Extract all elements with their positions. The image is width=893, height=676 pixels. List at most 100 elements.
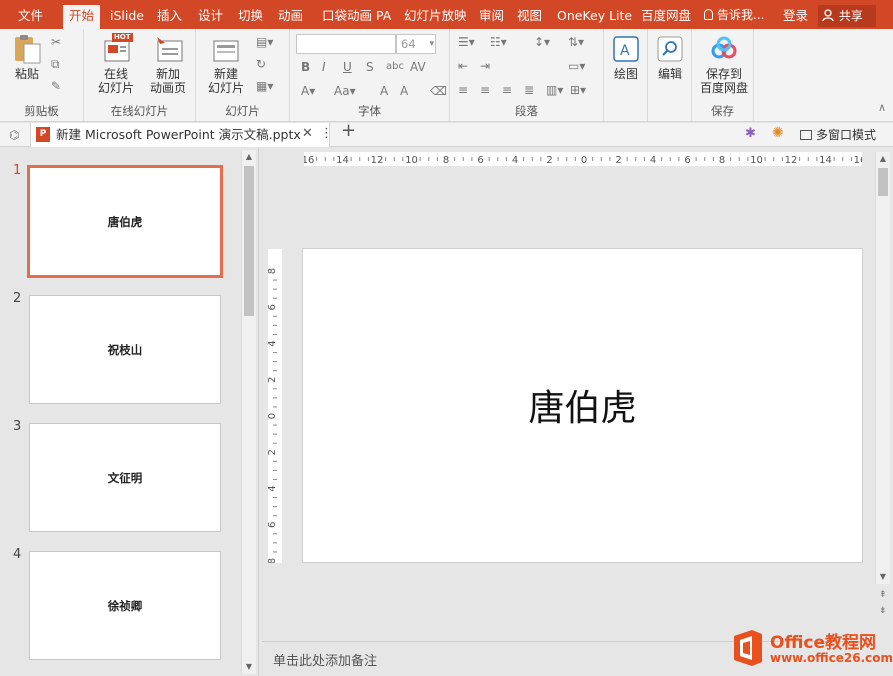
align-text-icon[interactable]: ▭▾	[568, 59, 585, 73]
tab-home[interactable]: 开始	[63, 5, 101, 29]
new-tab-icon[interactable]: +	[341, 122, 356, 140]
tab-review[interactable]: 审阅	[479, 0, 504, 29]
reset-icon[interactable]: ↻	[256, 57, 266, 71]
multi-window-button[interactable]: 多窗口模式	[800, 123, 876, 147]
collapse-ribbon-icon[interactable]: ∧	[878, 101, 886, 115]
more-options-icon[interactable]: ⋮	[320, 127, 333, 141]
slide-thumbnail[interactable]: 祝枝山	[29, 295, 221, 404]
bold-icon[interactable]: B	[301, 60, 310, 74]
char-spacing-icon[interactable]: AV	[410, 60, 426, 74]
save-group-label: 保存	[711, 104, 734, 118]
justify-icon[interactable]: ≣	[524, 83, 534, 97]
format-painter-icon[interactable]: ✎	[51, 79, 61, 93]
slide-thumbnail[interactable]: 徐祯卿	[29, 551, 221, 660]
tab-transitions[interactable]: 切换	[238, 0, 263, 29]
new-slide-button[interactable]: 新建 幻灯片	[202, 33, 250, 95]
tab-view[interactable]: 视图	[517, 0, 542, 29]
slide-title-text[interactable]: 唐伯虎	[303, 379, 862, 431]
tab-insert[interactable]: 插入	[157, 0, 182, 29]
group-clipboard: 粘贴 ✂ ⧉ ✎ 剪贴板	[0, 29, 84, 121]
clear-format-icon[interactable]: ⌫	[430, 84, 447, 98]
new-anim-page-button[interactable]: 新加 动画页	[142, 33, 194, 95]
italic-icon[interactable]: I	[322, 60, 326, 74]
tab-onekey[interactable]: OneKey Lite	[557, 0, 632, 29]
layout-icon[interactable]: ▤▾	[256, 35, 273, 49]
gear-icon[interactable]: ✺	[772, 126, 784, 140]
share-button[interactable]: 共享	[818, 5, 876, 27]
font-size-field[interactable]: 64 ▾	[396, 34, 436, 54]
new-anim-page-label: 新加 动画页	[149, 67, 186, 95]
new-slide-icon	[209, 33, 243, 63]
vertical-ruler: 8 6 4 2 0 2 4 6 8	[268, 249, 282, 563]
drawing-button[interactable]: A 绘图	[609, 33, 643, 81]
tell-me-box[interactable]: 告诉我...	[704, 0, 764, 29]
tab-file[interactable]: 文件	[18, 0, 43, 29]
line-spacing-icon[interactable]: ↕▾	[534, 35, 550, 49]
change-case-icon[interactable]: Aa▾	[334, 84, 356, 98]
tab-islide[interactable]: iSlide	[110, 0, 144, 29]
tab-pocket-anim[interactable]: 口袋动画 PA	[322, 0, 391, 29]
shadow-icon[interactable]: S	[366, 60, 374, 74]
scroll-thumb[interactable]	[244, 166, 254, 316]
tab-design[interactable]: 设计	[198, 0, 223, 29]
align-right-icon[interactable]: ≡	[502, 83, 512, 97]
paste-button[interactable]: 粘贴	[8, 33, 46, 81]
copy-icon[interactable]: ⧉	[51, 57, 60, 71]
slide-thumbnail-title: 祝枝山	[107, 342, 143, 357]
bullets-icon[interactable]: ☰▾	[458, 35, 475, 49]
cut-icon[interactable]: ✂	[51, 35, 61, 49]
editor-scrollbar[interactable]: ▲ ▼	[875, 152, 890, 584]
prev-slide-icon[interactable]: ⇞	[879, 588, 887, 602]
online-slides-button[interactable]: HOT 在线 幻灯片	[91, 33, 141, 95]
paste-label: 粘贴	[14, 67, 39, 81]
group-slides: 新建 幻灯片 ▤▾ ↻ ▦▾ 幻灯片	[196, 29, 290, 121]
editing-button[interactable]: 编辑	[653, 33, 687, 81]
scroll-down-icon[interactable]: ▼	[242, 660, 256, 674]
login-link[interactable]: 登录	[783, 0, 808, 31]
scroll-up-icon[interactable]: ▲	[242, 150, 256, 164]
notes-placeholder[interactable]: 单击此处添加备注	[273, 650, 377, 669]
scroll-thumb[interactable]	[878, 168, 888, 196]
magic-wand-icon[interactable]: ✱	[745, 127, 756, 141]
grow-font-icon[interactable]: A	[380, 84, 388, 98]
share-label: 共享	[838, 9, 863, 23]
increase-indent-icon[interactable]: ⇥	[480, 59, 490, 73]
current-slide[interactable]: 唐伯虎	[302, 248, 863, 563]
thumbnail-scrollbar[interactable]: ▲ ▼	[241, 150, 256, 674]
save-to-baidu-button[interactable]: 保存到 百度网盘	[696, 33, 752, 95]
anim-page-icon	[151, 33, 185, 63]
next-slide-icon[interactable]: ⇟	[879, 604, 887, 618]
columns-icon[interactable]: ▥▾	[546, 83, 563, 97]
horizontal-ruler: 16 14 12 10 8 6 4 2 0 2 4 6 8 10 12 14 16	[304, 152, 862, 166]
close-icon[interactable]: ✕	[302, 127, 313, 141]
strikethrough-icon[interactable]: abc	[386, 60, 404, 74]
section-icon[interactable]: ▦▾	[256, 79, 273, 93]
slide-thumbnail[interactable]: 唐伯虎	[27, 165, 223, 278]
scroll-up-icon[interactable]: ▲	[876, 152, 890, 166]
font-name-field[interactable]	[296, 34, 396, 54]
ruler-label: 12	[371, 155, 384, 166]
align-center-icon[interactable]: ≡	[480, 83, 490, 97]
underline-icon[interactable]: U	[343, 60, 352, 74]
document-tab-name: 新建 Microsoft PowerPoint 演示文稿.pptx	[56, 127, 301, 142]
font-color-icon[interactable]: A▾	[301, 84, 315, 98]
tab-baidu[interactable]: 百度网盘	[641, 0, 691, 29]
pin-icon[interactable]: ⌬	[9, 128, 19, 142]
ruler-label: 8	[268, 558, 278, 563]
document-tab[interactable]: P 新建 Microsoft PowerPoint 演示文稿.pptx ✕ ⋮	[30, 123, 333, 147]
tab-animations[interactable]: 动画	[278, 0, 303, 29]
watermark: Office教程网 www.office26.com	[728, 625, 893, 671]
tab-slideshow[interactable]: 幻灯片放映	[404, 0, 467, 29]
shrink-font-icon[interactable]: A	[400, 84, 408, 98]
hot-badge: HOT	[112, 33, 133, 42]
slide-thumbnail-title: 唐伯虎	[107, 214, 143, 229]
slide-thumbnail[interactable]: 文征明	[29, 423, 221, 532]
smartart-icon[interactable]: ⊞▾	[570, 83, 586, 97]
align-left-icon[interactable]: ≡	[458, 83, 468, 97]
decrease-indent-icon[interactable]: ⇤	[458, 59, 468, 73]
numbering-icon[interactable]: ☷▾	[490, 35, 507, 49]
document-tab-strip: ⌬ P 新建 Microsoft PowerPoint 演示文稿.pptx ✕ …	[0, 122, 893, 147]
scroll-down-icon[interactable]: ▼	[876, 570, 890, 584]
office-logo-icon	[734, 630, 762, 666]
text-direction-icon[interactable]: ⇅▾	[568, 35, 584, 49]
